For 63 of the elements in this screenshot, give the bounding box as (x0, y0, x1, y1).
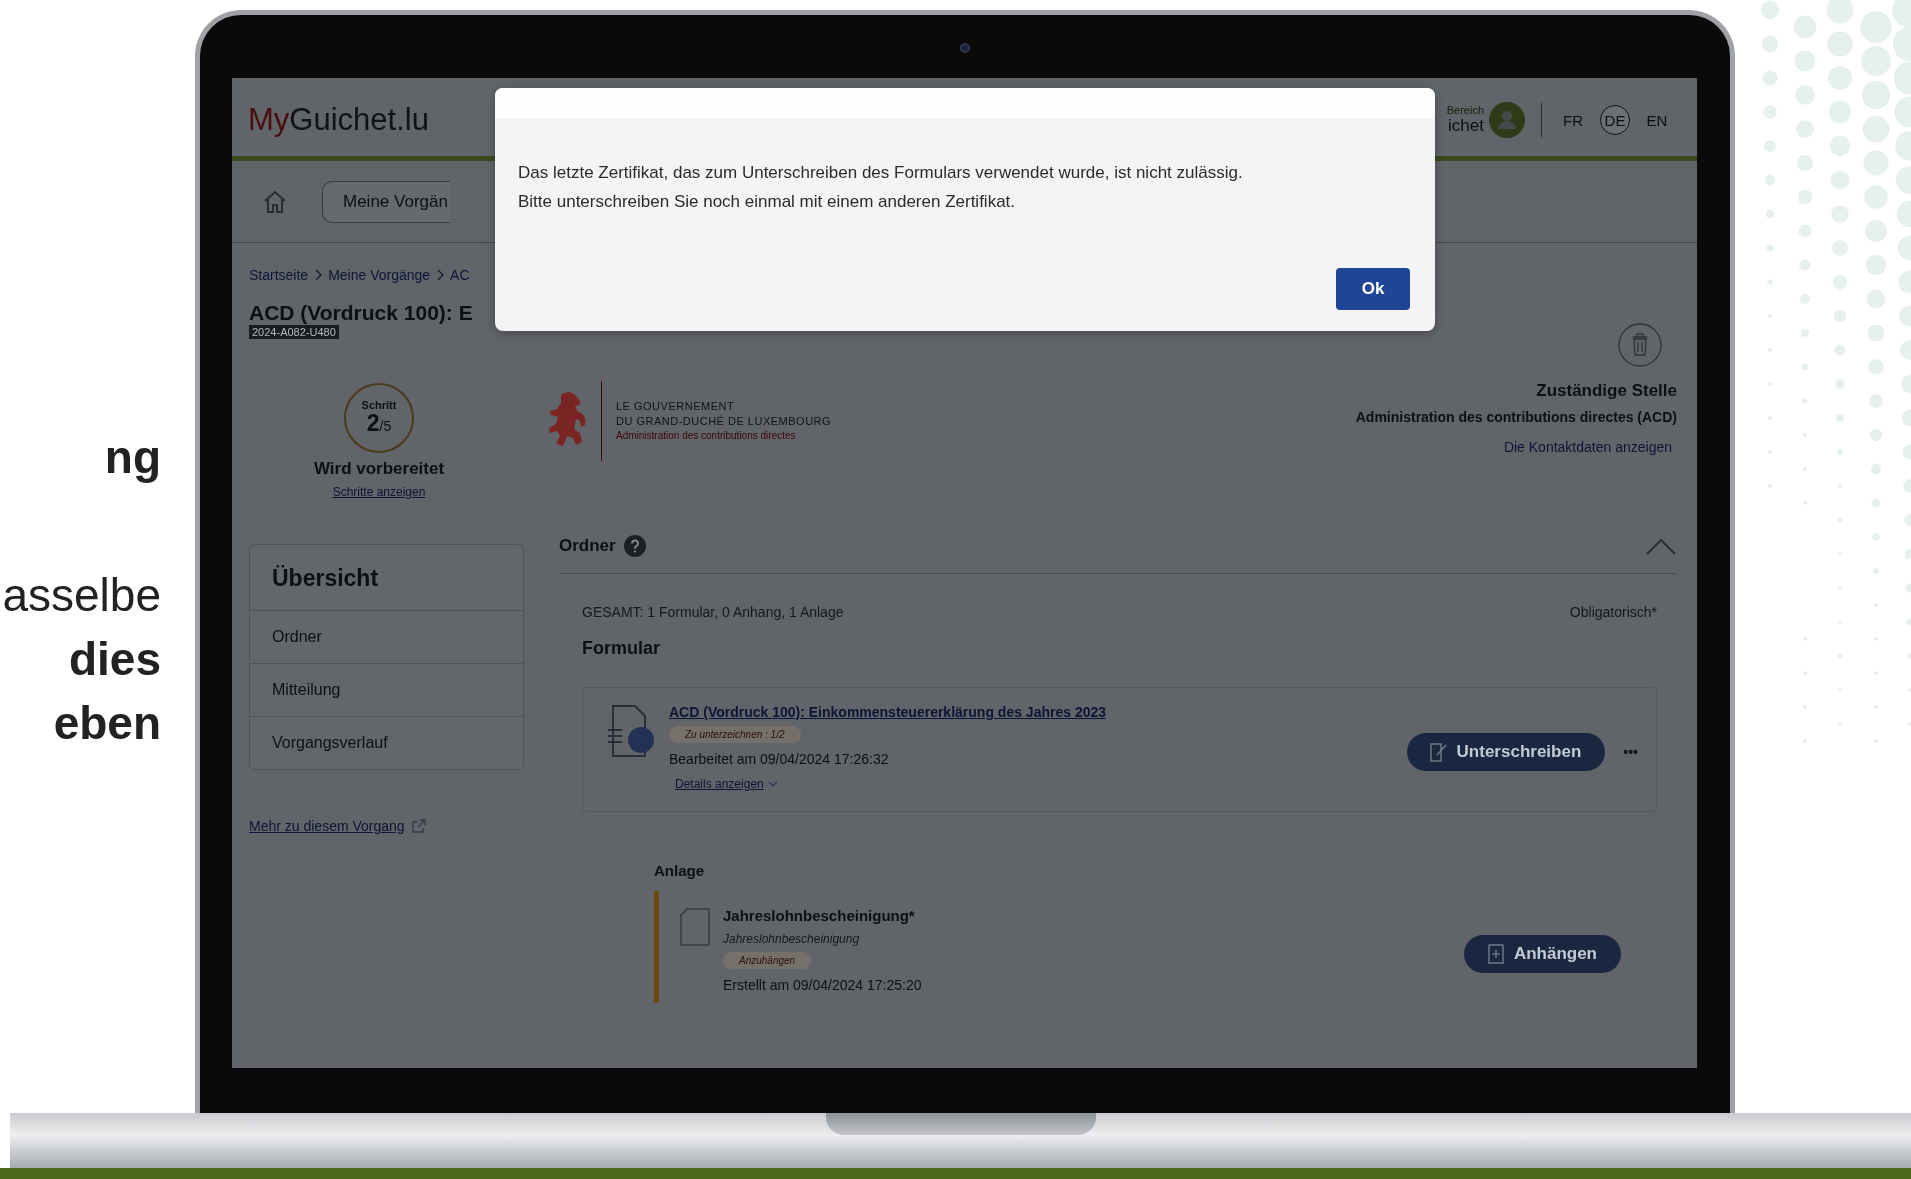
section-heading: Anlage (654, 862, 705, 879)
nav-button[interactable]: Meine Vorgän (322, 180, 450, 223)
slide-heading: ng (104, 430, 161, 485)
home-icon[interactable] (262, 188, 288, 215)
attachment-title: Jahreslohnbescheinigung* (723, 907, 915, 924)
chevron-icon (314, 269, 323, 281)
caret-icon (767, 780, 778, 788)
ok-button[interactable]: Ok (1336, 268, 1410, 310)
slide-text: eben (53, 696, 161, 751)
external-link-icon (410, 818, 427, 834)
attachment-document-icon (679, 907, 711, 947)
breadcrumb-link[interactable]: Startseite (249, 267, 309, 283)
account-name[interactable]: ichet (1448, 116, 1484, 136)
form-document-icon (605, 704, 655, 758)
edited-date: Bearbeitet am 09/04/2024 17:26:32 (669, 751, 889, 767)
site-logo[interactable]: MyGuichet.lu (248, 102, 429, 138)
show-steps-link[interactable]: Schritte anzeigen (332, 485, 426, 499)
step-label: Schritt (361, 398, 397, 411)
account-label: Bereich (1446, 104, 1484, 116)
folder-title: Ordner (559, 536, 616, 556)
chevron-icon (436, 269, 445, 281)
step-count: 2/5 (366, 410, 392, 438)
sidebar-item[interactable]: Ordner (250, 611, 523, 664)
breadcrumb-link[interactable]: Meine Vorgänge (328, 267, 431, 283)
created-date: Erstellt am 09/04/2024 17:25:20 (723, 977, 922, 993)
government-name: DU GRAND-DUCHÉ DE LUXEMBOURG (616, 414, 832, 429)
slide-text: asselbe (2, 568, 161, 623)
add-document-icon (1485, 943, 1506, 965)
sidebar-item[interactable]: Vorgangsverlauf (250, 717, 523, 769)
language-button[interactable]: FR (1558, 105, 1588, 135)
more-options-button[interactable]: ••• (1623, 743, 1638, 760)
slide-text: dies (68, 632, 161, 687)
reference-number: 2024-A082-U480 (249, 325, 339, 339)
attach-button[interactable]: Anhängen (1463, 935, 1621, 973)
folder-summary: GESAMT: 1 Formular, 0 Anhang, 1 Anlage (582, 604, 844, 620)
camera-icon (960, 43, 970, 53)
step-status: Wird vorbereitet (313, 459, 445, 479)
status-badge: Anzuhängen (723, 952, 812, 969)
language-button[interactable]: EN (1642, 105, 1672, 135)
office-name: Administration des contributions directes (ACD) (1355, 409, 1677, 425)
form-link[interactable]: ACD (Vordruck 100): Einkommensteuererklärung des Jahres 2023 (669, 704, 1107, 720)
language-button[interactable]: DE (1600, 105, 1630, 135)
overview-title: Übersicht (250, 545, 523, 611)
user-avatar-icon[interactable] (1489, 102, 1525, 138)
sign-document-icon (1428, 740, 1449, 763)
more-link[interactable]: Mehr zu diesem Vorgang (249, 818, 509, 834)
contact-link[interactable]: Die Kontaktdaten anzeigen (1503, 439, 1672, 455)
office-heading: Zuständige Stelle (1536, 381, 1677, 401)
trash-icon[interactable] (1618, 323, 1662, 367)
sign-button[interactable]: Unterschreiben (1406, 732, 1606, 771)
attachment-subtitle: Jahreslohnbescheinigung (723, 932, 860, 946)
chevron-icon[interactable] (1645, 536, 1677, 556)
breadcrumb-link[interactable]: AC (450, 267, 470, 283)
sidebar-item[interactable]: Mitteilung (250, 664, 523, 717)
government-name: LE GOUVERNEMENT (616, 399, 736, 414)
required-note: Obligatorisch* (1569, 604, 1657, 620)
administration-name: Administration des contributions directes (616, 429, 797, 443)
status-badge: Zu unterzeichnen : 1/2 (669, 726, 801, 743)
dialog-message: Das letzte Zertifikat, das zum Unterschreiben des Formulars verwendet wurde, ist nicht zulässig. Bitte unterschreiben Sie noch einmal mit einem anderen Zertifikat. (518, 162, 1244, 213)
details-link[interactable]: Details anzeigen (675, 777, 778, 791)
help-icon[interactable] (623, 535, 646, 557)
section-heading: Formular (581, 638, 661, 659)
page-title: ACD (Vordruck 100): E (249, 301, 474, 325)
